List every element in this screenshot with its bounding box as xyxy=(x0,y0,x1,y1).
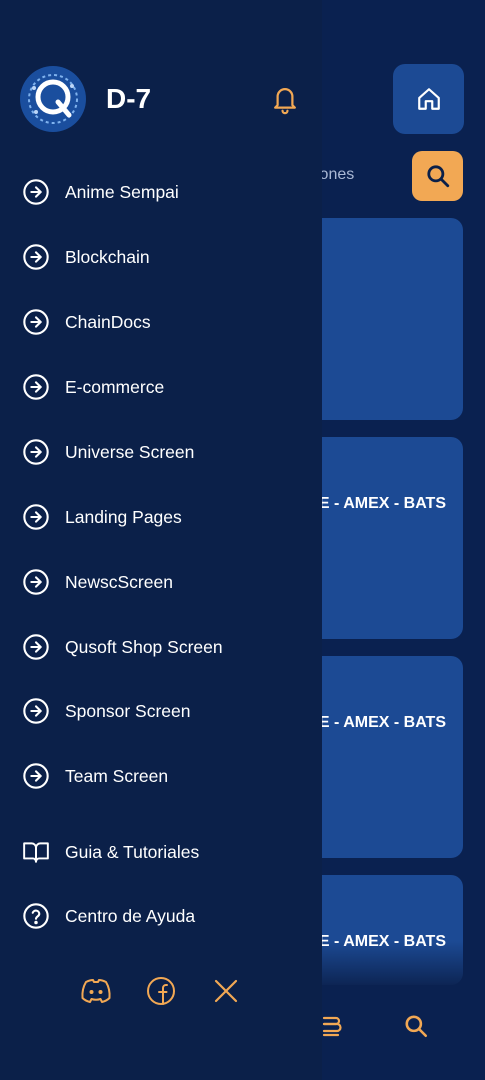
discord-button[interactable] xyxy=(80,975,112,1007)
circular-q-logo xyxy=(20,66,86,132)
menu-item-label: ChainDocs xyxy=(65,311,151,332)
arrow-circle-right-icon xyxy=(22,697,50,725)
brand-title: D-7 xyxy=(106,83,152,114)
menu-item-label: Team Screen xyxy=(65,765,169,786)
menu-item-qusoft-shop-screen[interactable]: Qusoft Shop Screen xyxy=(22,631,223,663)
menu-item-label: E-commerce xyxy=(65,376,165,397)
event-card[interactable]: E - AMEX - BATS xyxy=(300,656,463,858)
menu-item-landing-pages[interactable]: Landing Pages xyxy=(22,501,182,533)
menu-item-label: Guia & Tutoriales xyxy=(65,841,200,862)
menu-item-label: NewscScreen xyxy=(65,571,173,592)
bottom-nav-search[interactable] xyxy=(402,1012,430,1040)
menu-item-chaindocs[interactable]: ChainDocs xyxy=(22,306,151,338)
menu-item-sponsor-screen[interactable]: Sponsor Screen xyxy=(22,695,191,727)
facebook-button[interactable] xyxy=(145,975,177,1007)
menu-item-guia-tutoriales[interactable]: Guia & Tutoriales xyxy=(22,836,199,868)
search-icon xyxy=(405,1015,428,1038)
menu-item-label: Universe Screen xyxy=(65,441,195,462)
notifications-button[interactable] xyxy=(270,83,300,115)
brand-header: D-7 xyxy=(20,66,151,132)
arrow-circle-right-icon xyxy=(22,243,50,271)
bell-icon xyxy=(274,88,296,115)
home-icon xyxy=(417,88,440,110)
menu-item-anime-sempai[interactable]: Anime Sempai xyxy=(22,176,179,208)
arrow-circle-right-icon xyxy=(22,762,50,790)
menu-item-e-commerce[interactable]: E-commerce xyxy=(22,371,164,403)
help-circle-icon xyxy=(22,902,50,930)
menu-item-label: Anime Sempai xyxy=(65,181,179,202)
menu-item-label: Sponsor Screen xyxy=(65,700,191,721)
arrow-circle-right-icon xyxy=(22,438,50,466)
menu-item-blockchain[interactable]: Blockchain xyxy=(22,241,150,273)
menu-item-label: Landing Pages xyxy=(65,506,182,527)
menu-item-centro-de-ayuda[interactable]: Centro de Ayuda xyxy=(22,900,195,932)
facebook-icon xyxy=(147,977,175,1005)
menu-item-label: Centro de Ayuda xyxy=(65,905,196,926)
event-card[interactable] xyxy=(300,218,463,420)
x-icon xyxy=(214,979,238,1003)
navigation-drawer: D-7 Anime Sempai Blockchain ChainDocs E-… xyxy=(0,0,322,1080)
menu-item-team-screen[interactable]: Team Screen xyxy=(22,760,168,792)
bottom-nav-menu[interactable] xyxy=(318,1012,346,1040)
book-icon xyxy=(22,838,50,866)
home-button[interactable] xyxy=(393,64,464,134)
search-button[interactable] xyxy=(412,151,463,201)
event-card[interactable]: E - AMEX - BATS xyxy=(300,875,463,985)
menu-stack-icon xyxy=(322,1016,342,1037)
menu-item-label: Blockchain xyxy=(65,246,150,267)
arrow-circle-right-icon xyxy=(22,373,50,401)
x-button[interactable] xyxy=(210,975,242,1007)
arrow-circle-right-icon xyxy=(22,633,50,661)
menu-item-universe-screen[interactable]: Universe Screen xyxy=(22,436,194,468)
arrow-circle-right-icon xyxy=(22,308,50,336)
event-card[interactable]: E - AMEX - BATS xyxy=(300,437,463,639)
discord-icon xyxy=(81,979,111,1003)
arrow-circle-right-icon xyxy=(22,503,50,531)
arrow-circle-right-icon xyxy=(22,568,50,596)
menu-item-newscscreen[interactable]: NewscScreen xyxy=(22,566,173,598)
menu-item-label: Qusoft Shop Screen xyxy=(65,636,223,657)
arrow-circle-right-icon xyxy=(22,178,50,206)
search-icon xyxy=(426,165,449,188)
